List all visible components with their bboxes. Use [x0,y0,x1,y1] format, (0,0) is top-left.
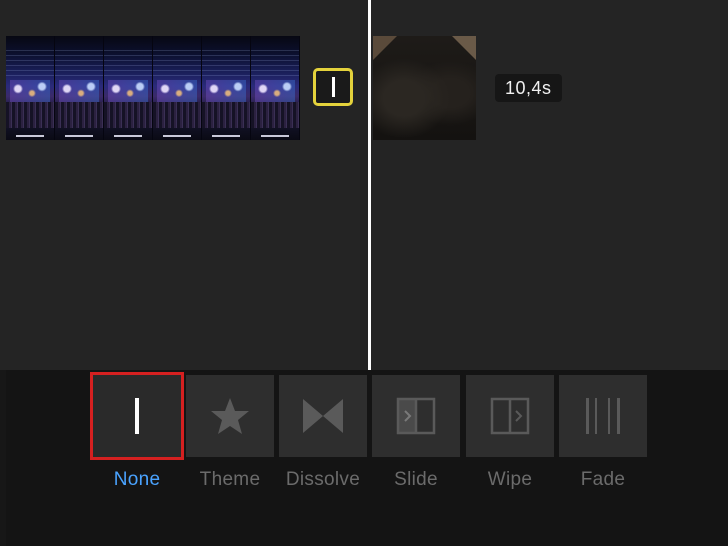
transition-option-theme[interactable]: Theme [183,375,277,491]
slide-icon [396,397,436,435]
clip-frame [55,36,104,140]
transition-option-none[interactable]: None [90,372,184,491]
transition-label: Theme [199,469,261,490]
transition-tile-theme[interactable] [186,375,274,457]
clip-frame [104,36,153,140]
clip-frame [153,36,202,140]
video-clip-dark[interactable] [373,36,476,140]
transition-option-fade[interactable]: Fade [556,375,650,491]
transition-tile-slide[interactable] [372,375,460,457]
clip-duration-badge: 10,4s [495,74,562,102]
transition-tile-wipe[interactable] [466,375,554,457]
transition-tile-dissolve[interactable] [279,375,367,457]
transition-options-panel: None Theme Dissolve Slide Wipe Fade [6,370,728,546]
star-icon [211,398,249,434]
playhead[interactable] [368,0,371,370]
transition-label: Dissolve [285,469,361,490]
transition-tile-fade[interactable] [559,375,647,457]
clip-frame [251,36,300,140]
transition-option-dissolve[interactable]: Dissolve [276,375,370,491]
none-transition-icon [331,77,335,97]
transition-label: Slide [394,469,438,490]
transition-tile-none[interactable] [90,372,184,460]
fade-icon [586,398,620,434]
transition-label: Fade [580,469,626,490]
transition-label: None [113,469,161,490]
video-clip-concert[interactable] [6,36,300,140]
transition-option-wipe[interactable]: Wipe [463,375,557,491]
transition-label: Wipe [487,469,533,490]
timeline[interactable]: 10,4s [0,0,728,370]
transition-marker-button[interactable] [313,68,353,106]
none-icon [135,398,139,434]
dissolve-icon [303,399,343,433]
wipe-icon [490,397,530,435]
transition-option-slide[interactable]: Slide [369,375,463,491]
clip-frame [202,36,251,140]
clip-frame [6,36,55,140]
